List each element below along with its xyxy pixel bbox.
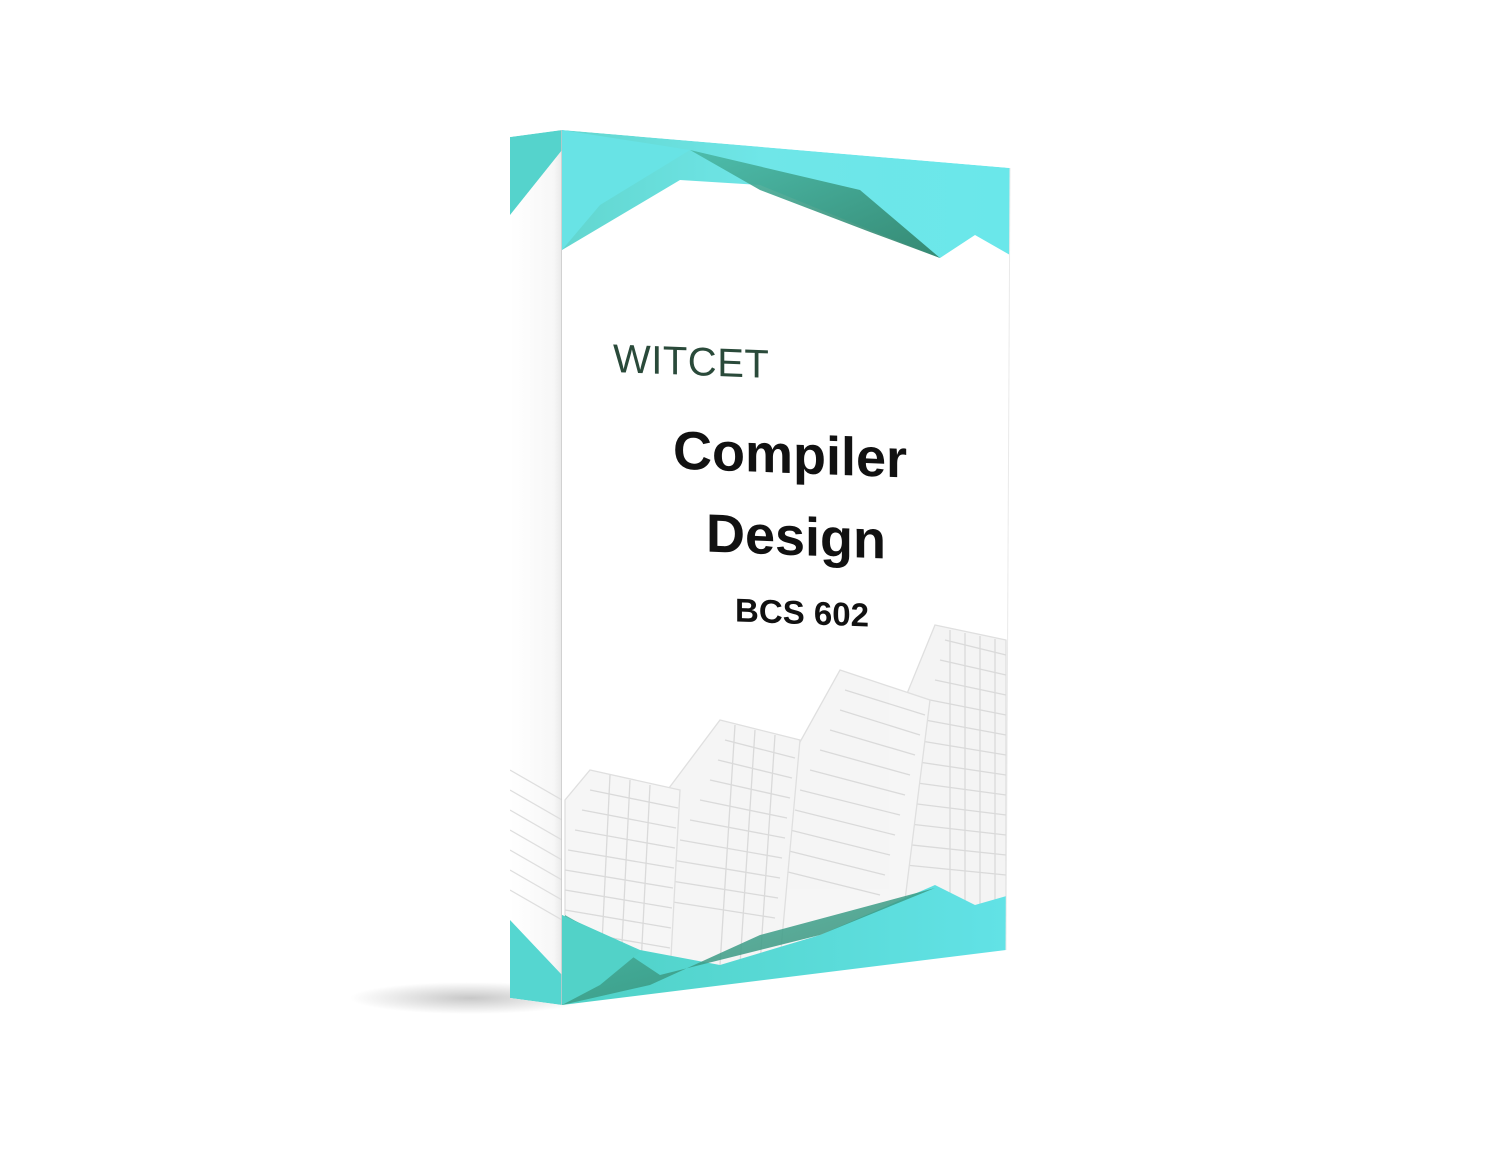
book-title-line-2: Design [705, 503, 887, 571]
publisher-brand: WITCET [613, 336, 770, 388]
course-code: BCS 602 [735, 591, 869, 634]
book-title-line-1: Compiler [672, 420, 908, 490]
book-illustration [350, 130, 1011, 1014]
book-mockup: WITCET Compiler Design BCS 602 [0, 0, 1500, 1150]
book-spine [510, 130, 563, 1005]
